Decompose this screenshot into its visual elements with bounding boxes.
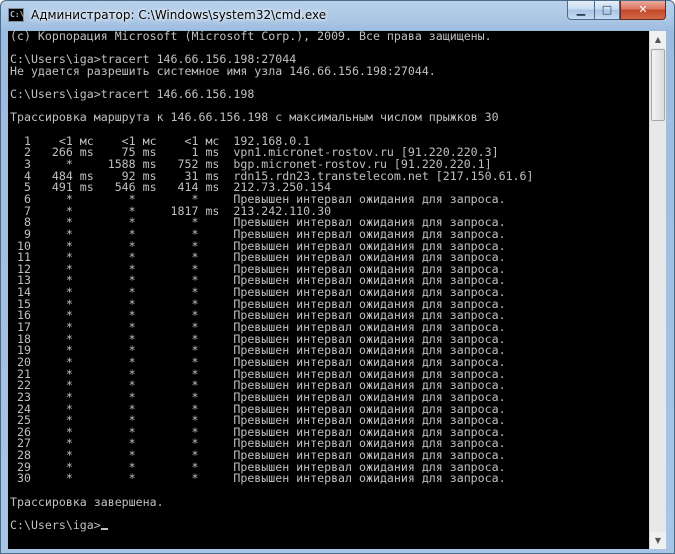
scroll-down-button[interactable]: ▼ [650,532,666,549]
console-line: Трассировка маршрута к 146.66.156.198 с … [10,110,499,125]
scroll-up-button[interactable]: ▲ [650,31,666,48]
scroll-thumb[interactable] [651,49,665,121]
text-cursor [100,527,108,530]
vertical-scrollbar[interactable]: ▲ ▼ [649,31,666,549]
console-line: C:\Users\iga>tracert 146.66.156.198 [10,87,255,102]
console-line: (c) Корпорация Microsoft (Microsoft Corp… [10,31,492,43]
console-line: Трассировка завершена. [10,494,164,509]
title-bar[interactable]: C:\ Администратор: C:\Windows\system32\c… [1,1,674,31]
console-lines: (c) Корпорация Microsoft (Microsoft Corp… [8,31,649,532]
console-output[interactable]: (c) Корпорация Microsoft (Microsoft Corp… [8,31,649,549]
minimize-button[interactable]: ▁ [567,1,594,20]
cmd-window: C:\ Администратор: C:\Windows\system32\c… [0,0,675,554]
console-line: 30 * * * Превышен интервал ожидания для … [10,471,506,486]
close-button[interactable]: ✕ [620,1,666,20]
console-line: Не удается разрешить системное имя узла … [10,63,436,78]
window-title: Администратор: C:\Windows\system32\cmd.e… [31,8,327,22]
cmd-icon[interactable]: C:\ [8,8,24,22]
maximize-button[interactable]: □ [594,1,620,20]
console-line: C:\Users\iga> [10,519,649,532]
